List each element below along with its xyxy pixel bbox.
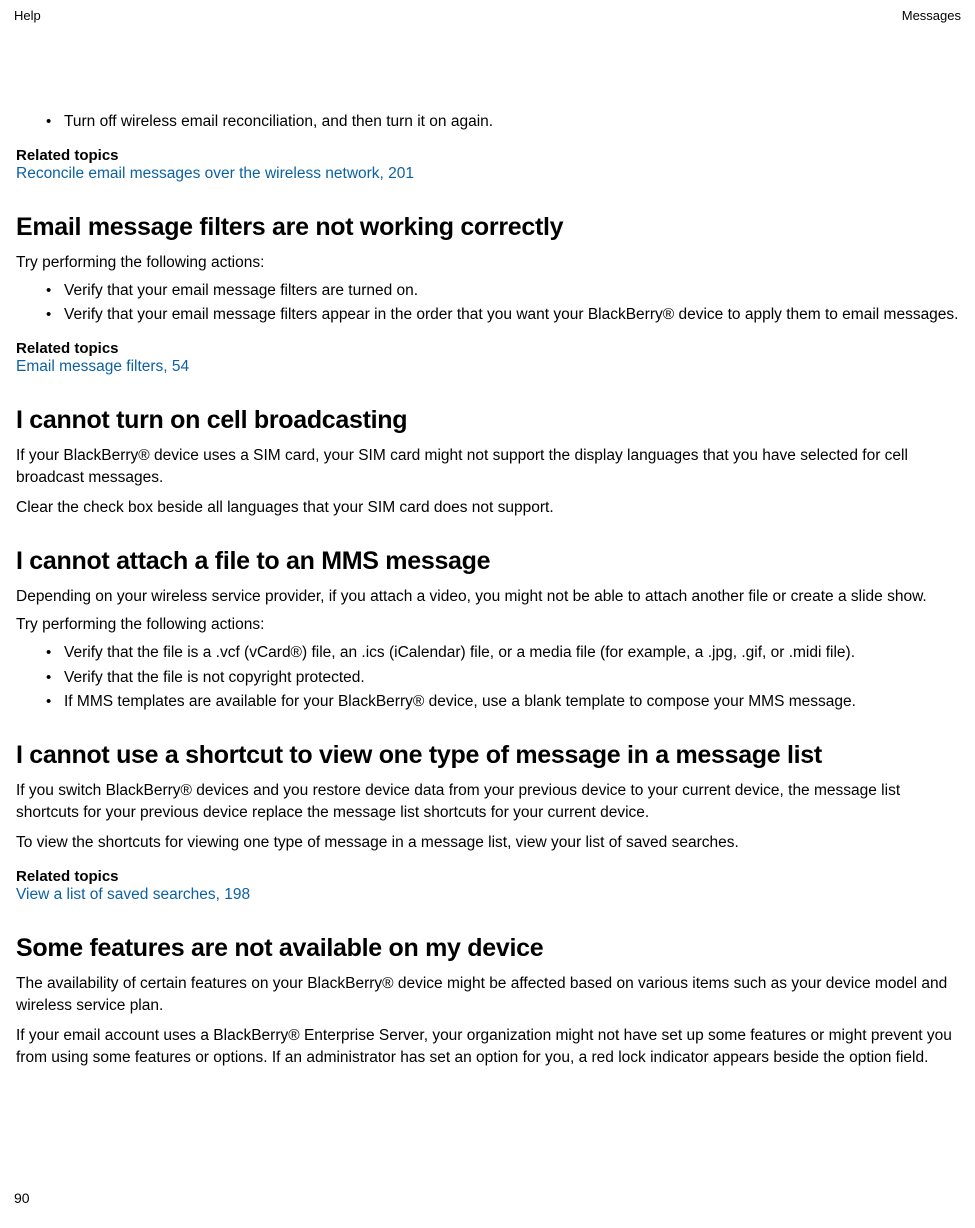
shortcut-p2: To view the shortcuts for viewing one ty…: [16, 832, 961, 854]
filters-intro: Try performing the following actions:: [16, 252, 961, 274]
heading-mms-attach: I cannot attach a file to an MMS message: [16, 547, 961, 576]
heading-cell-broadcasting: I cannot turn on cell broadcasting: [16, 406, 961, 435]
mms-p2: Try performing the following actions:: [16, 614, 961, 636]
mms-bullet-2: Verify that the file is not copyright pr…: [64, 667, 961, 689]
related-topics-label-3: Related topics: [16, 868, 961, 885]
filters-bullet-1: Verify that your email message filters a…: [64, 280, 961, 302]
related-topics-label-2: Related topics: [16, 340, 961, 357]
related-link-saved-searches[interactable]: View a list of saved searches, 198: [16, 885, 961, 906]
mms-p1: Depending on your wireless service provi…: [16, 586, 961, 608]
heading-shortcut: I cannot use a shortcut to view one type…: [16, 741, 961, 770]
features-p1: The availability of certain features on …: [16, 973, 961, 1017]
mms-bullet-3: If MMS templates are available for your …: [64, 691, 961, 713]
related-link-reconcile[interactable]: Reconcile email messages over the wirele…: [16, 164, 961, 185]
features-p2: If your email account uses a BlackBerry®…: [16, 1025, 961, 1069]
related-topics-label-1: Related topics: [16, 147, 961, 164]
filters-bullet-2: Verify that your email message filters a…: [64, 304, 961, 326]
shortcut-p1: If you switch BlackBerry® devices and yo…: [16, 780, 961, 824]
page-number: 90: [14, 1190, 30, 1206]
header-left: Help: [14, 8, 41, 23]
cell-p2: Clear the check box beside all languages…: [16, 497, 961, 519]
cell-p1: If your BlackBerry® device uses a SIM ca…: [16, 445, 961, 489]
intro-bullet: Turn off wireless email reconciliation, …: [64, 111, 961, 133]
heading-features: Some features are not available on my de…: [16, 934, 961, 963]
header-right: Messages: [902, 8, 961, 23]
heading-email-filters: Email message filters are not working co…: [16, 213, 961, 242]
mms-bullet-1: Verify that the file is a .vcf (vCard®) …: [64, 642, 961, 664]
related-link-email-filters[interactable]: Email message filters, 54: [16, 357, 961, 378]
